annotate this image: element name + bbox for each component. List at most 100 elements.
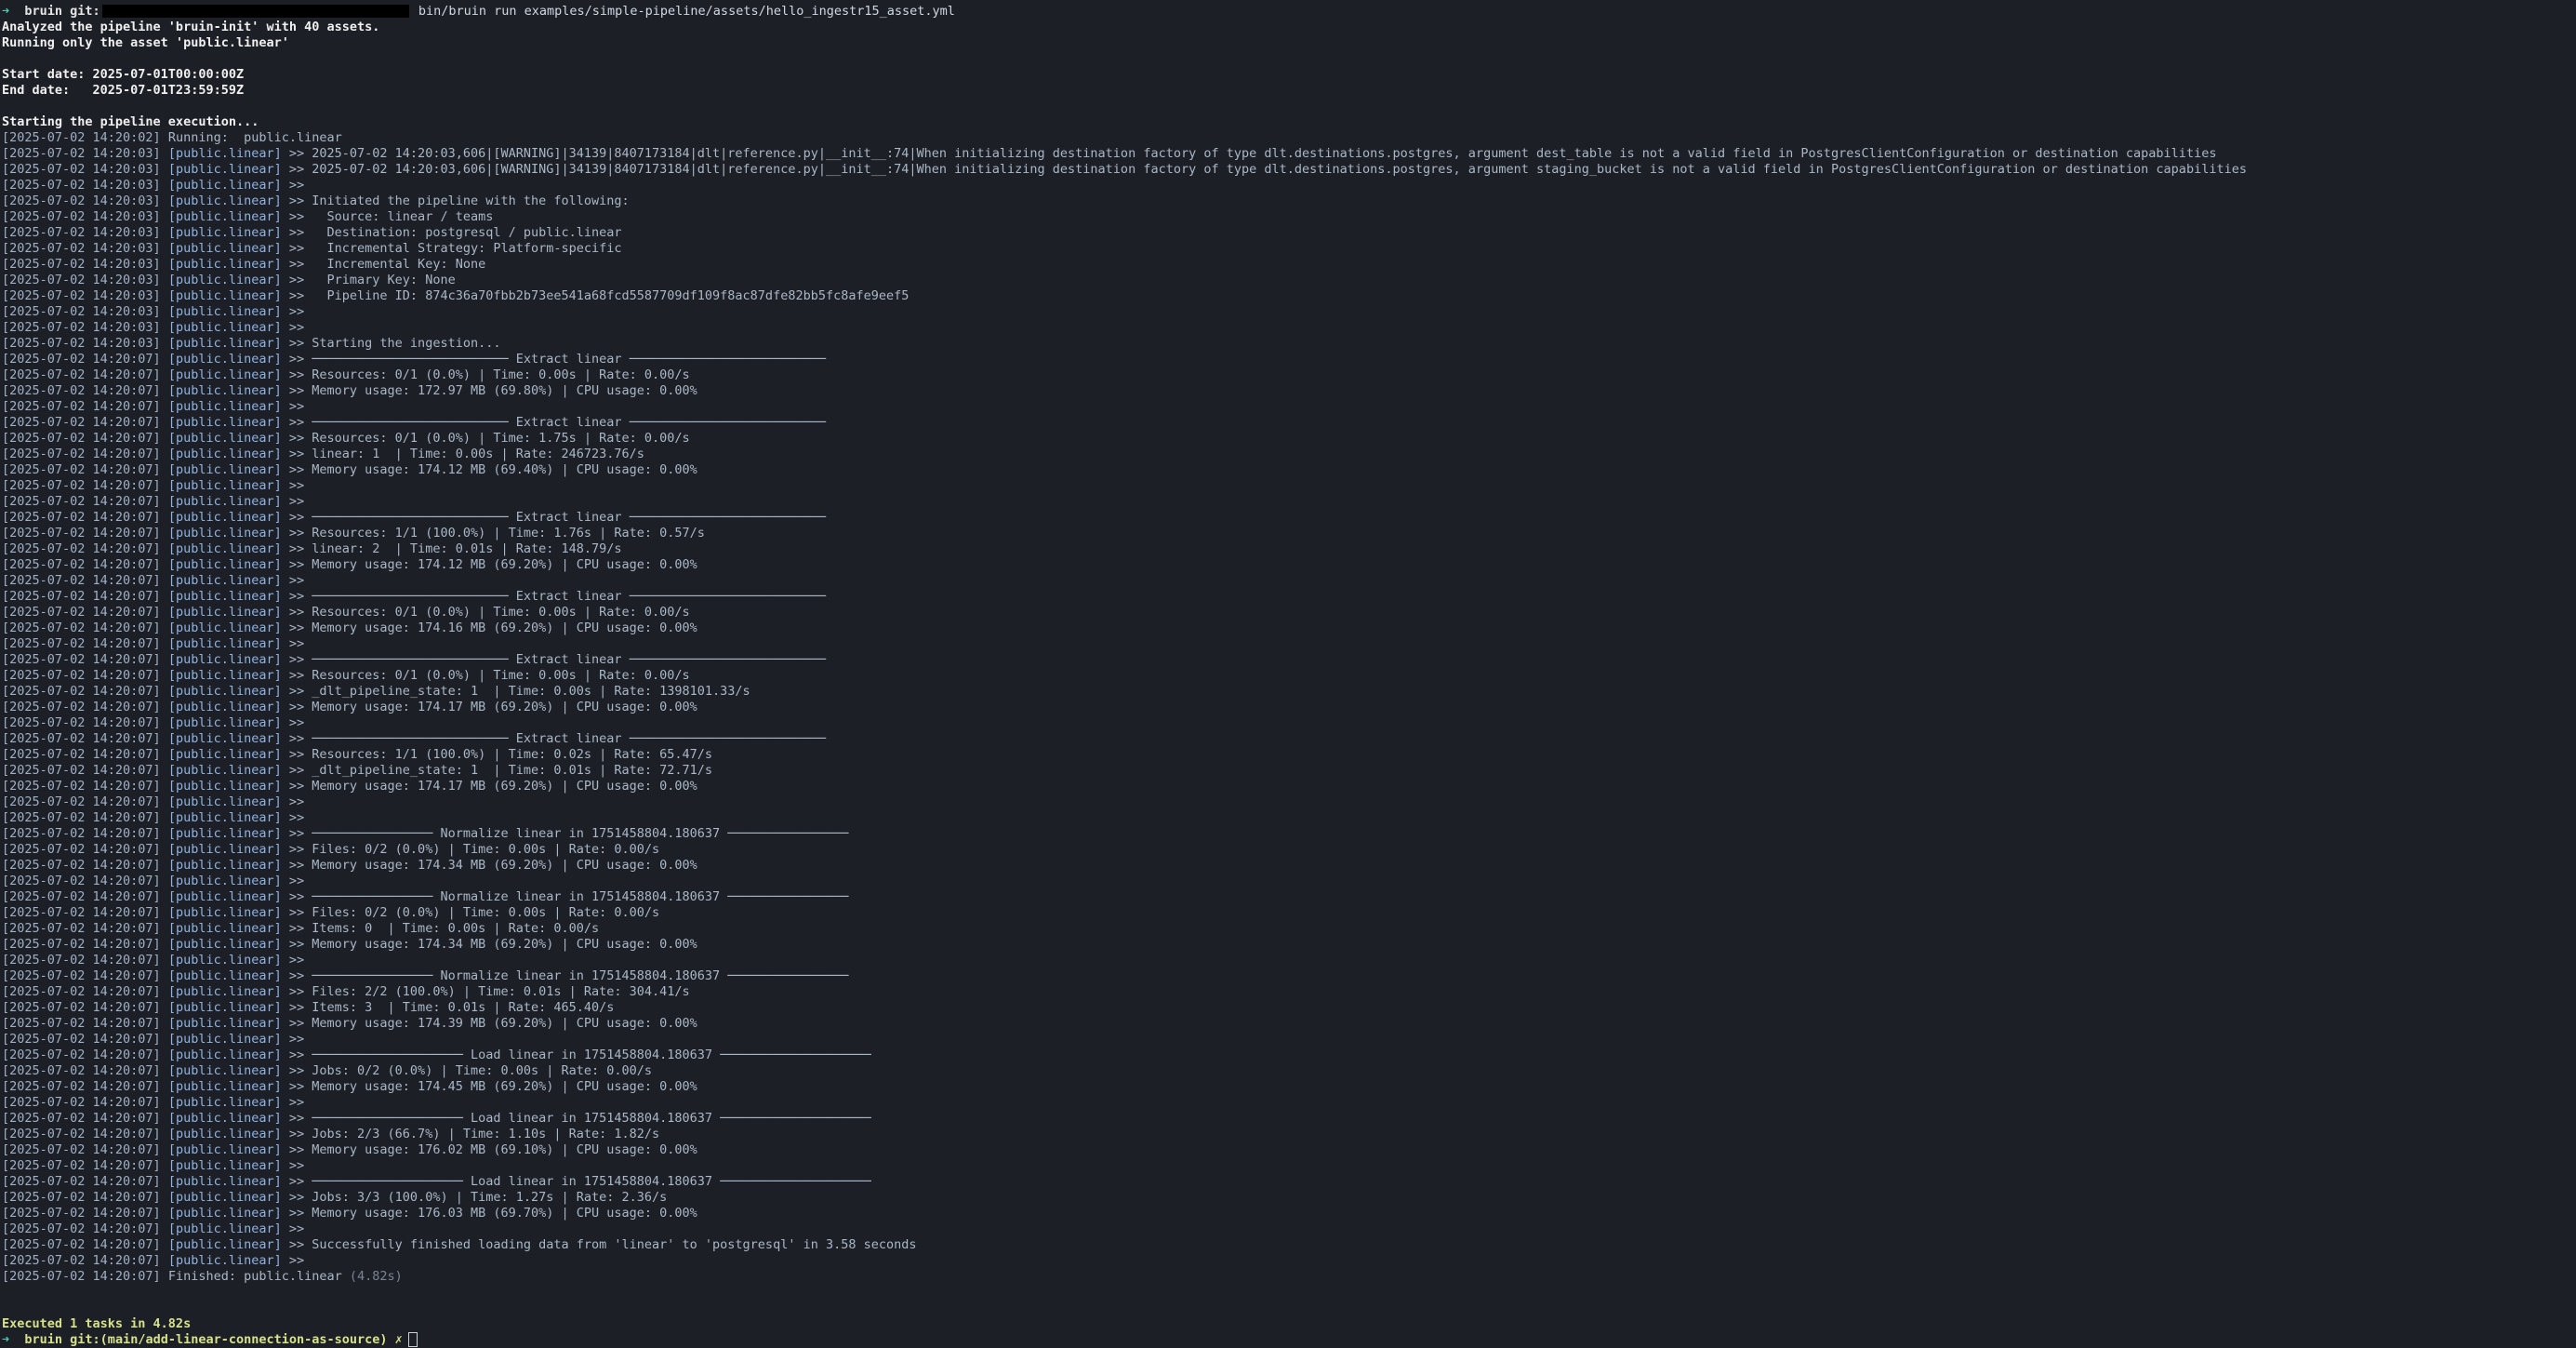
log-line: [2025-07-02 14:20:07] [public.linear] >>… bbox=[2, 968, 2576, 984]
log-timestamp: [2025-07-02 14:20:03] bbox=[2, 146, 161, 161]
log-message: >> Resources: 0/1 (0.0%) | Time: 1.75s |… bbox=[288, 431, 690, 446]
log-timestamp: [2025-07-02 14:20:07] bbox=[2, 921, 161, 936]
log-message: >> 2025-07-02 14:20:03,606|[WARNING]|341… bbox=[288, 162, 2247, 177]
log-message: >> Initiated the pipeline with the follo… bbox=[288, 194, 630, 208]
log-message: >> ──────────────── Normalize linear in … bbox=[288, 889, 849, 904]
log-timestamp: [2025-07-02 14:20:07] bbox=[2, 541, 161, 556]
log-asset: [public.linear] bbox=[167, 336, 282, 351]
log-line: [2025-07-02 14:20:07] [public.linear] >>… bbox=[2, 462, 2576, 478]
log-line: [2025-07-02 14:20:03] [public.linear] >>… bbox=[2, 241, 2576, 257]
log-line: [2025-07-02 14:20:07] [public.linear] >>… bbox=[2, 621, 2576, 636]
log-message: >> Source: linear / teams bbox=[288, 209, 494, 224]
log-line: [2025-07-02 14:20:07] [public.linear] >>… bbox=[2, 431, 2576, 447]
log-timestamp: [2025-07-02 14:20:07] bbox=[2, 937, 161, 952]
log-timestamp: [2025-07-02 14:20:07] bbox=[2, 763, 161, 778]
log-timestamp: [2025-07-02 14:20:07] bbox=[2, 478, 161, 493]
log-timestamp: [2025-07-02 14:20:07] bbox=[2, 747, 161, 762]
log-line: [2025-07-02 14:20:03] [public.linear] >>… bbox=[2, 336, 2576, 352]
log-asset: [public.linear] bbox=[167, 399, 282, 414]
log-asset: [public.linear] bbox=[167, 352, 282, 367]
log-line: [2025-07-02 14:20:07] [public.linear] >>… bbox=[2, 1127, 2576, 1142]
log-line: [2025-07-02 14:20:03] [public.linear] >> bbox=[2, 304, 2576, 320]
log-timestamp: [2025-07-02 14:20:07] bbox=[2, 1079, 161, 1094]
next-prompt-line[interactable]: ➜ bruin git:(main/add-linear-connection-… bbox=[2, 1332, 2576, 1348]
log-message: >> Memory usage: 174.45 MB (69.20%) | CP… bbox=[288, 1079, 697, 1094]
log-timestamp: [2025-07-02 14:20:07] bbox=[2, 953, 161, 968]
log-message: >> linear: 1 | Time: 0.00s | Rate: 24672… bbox=[288, 447, 644, 461]
log-line: [2025-07-02 14:20:07] [public.linear] >>… bbox=[2, 858, 2576, 874]
log-line: [2025-07-02 14:20:07] [public.linear] >> bbox=[2, 794, 2576, 810]
log-message: >> ──────────────── Normalize linear in … bbox=[288, 968, 849, 983]
log-asset: [public.linear] bbox=[167, 225, 282, 240]
log-line: [2025-07-02 14:20:07] [public.linear] >>… bbox=[2, 1237, 2576, 1253]
log-line: [2025-07-02 14:20:07] [public.linear] >>… bbox=[2, 747, 2576, 763]
log-asset: [public.linear] bbox=[167, 668, 282, 683]
log-asset: [public.linear] bbox=[167, 1142, 282, 1157]
log-message: >> bbox=[288, 953, 305, 968]
end-date: End date: 2025-07-01T23:59:59Z bbox=[2, 83, 245, 98]
log-message: >> Memory usage: 174.34 MB (69.20%) | CP… bbox=[288, 937, 697, 952]
log-asset: [public.linear] bbox=[167, 1206, 282, 1221]
log-line: [2025-07-02 14:20:07] [public.linear] >> bbox=[2, 573, 2576, 589]
start-date: Start date: 2025-07-01T00:00:00Z bbox=[2, 67, 245, 82]
cursor-icon[interactable] bbox=[407, 1332, 418, 1347]
log-asset: [public.linear] bbox=[167, 241, 282, 256]
log-timestamp: [2025-07-02 14:20:07] bbox=[2, 526, 161, 541]
log-message: >> bbox=[288, 1158, 305, 1173]
log-timestamp: [2025-07-02 14:20:07] bbox=[2, 621, 161, 635]
log-line: [2025-07-02 14:20:07] [public.linear] >>… bbox=[2, 826, 2576, 842]
log-line: [2025-07-02 14:20:07] [public.linear] >> bbox=[2, 1253, 2576, 1269]
log-asset: [public.linear] bbox=[167, 1190, 282, 1205]
log-timestamp: [2025-07-02 14:20:03] bbox=[2, 225, 161, 240]
log-timestamp: [2025-07-02 14:20:07] bbox=[2, 431, 161, 446]
log-line: [2025-07-02 14:20:07] [public.linear] >>… bbox=[2, 937, 2576, 953]
log-line: [2025-07-02 14:20:02] Running: public.li… bbox=[2, 130, 2576, 146]
log-line: [2025-07-02 14:20:07] [public.linear] >>… bbox=[2, 731, 2576, 747]
log-timestamp: [2025-07-02 14:20:07] bbox=[2, 684, 161, 699]
log-asset: [public.linear] bbox=[167, 1237, 282, 1252]
log-line: [2025-07-02 14:20:07] [public.linear] >>… bbox=[2, 383, 2576, 399]
log-asset: [public.linear] bbox=[167, 257, 282, 272]
log-message: >> ────────────────────────── Extract li… bbox=[288, 589, 826, 604]
log-asset: [public.linear] bbox=[167, 320, 282, 335]
log-line: [2025-07-02 14:20:07] [public.linear] >> bbox=[2, 636, 2576, 652]
log-asset: [public.linear] bbox=[167, 557, 282, 572]
log-line: [2025-07-02 14:20:07] [public.linear] >>… bbox=[2, 1079, 2576, 1095]
log-timestamp: [2025-07-02 14:20:07] bbox=[2, 779, 161, 794]
log-message: >> ──────────────────── Load linear in 1… bbox=[288, 1174, 871, 1189]
prompt-arrow-icon: ➜ bbox=[2, 1332, 10, 1347]
finished-duration: (4.82s) bbox=[349, 1269, 403, 1284]
log-line: [2025-07-02 14:20:07] [public.linear] >>… bbox=[2, 921, 2576, 937]
log-asset: [public.linear] bbox=[167, 367, 282, 382]
log-asset: [public.linear] bbox=[167, 810, 282, 825]
terminal-window[interactable]: ➜ bruin git: bin/bruin run examples/simp… bbox=[0, 0, 2576, 1347]
log-asset: [public.linear] bbox=[167, 763, 282, 778]
log-message: >> Resources: 0/1 (0.0%) | Time: 0.00s |… bbox=[288, 668, 690, 683]
log-timestamp: [2025-07-02 14:20:07] bbox=[2, 668, 161, 683]
log-line: [2025-07-02 14:20:07] [public.linear] >>… bbox=[2, 541, 2576, 557]
log-timestamp: [2025-07-02 14:20:07] bbox=[2, 810, 161, 825]
log-timestamp: [2025-07-02 14:20:07] bbox=[2, 1016, 161, 1031]
log-message: >> bbox=[288, 494, 305, 509]
log-timestamp: [2025-07-02 14:20:07] bbox=[2, 1063, 161, 1078]
log-line: [2025-07-02 14:20:07] [public.linear] >>… bbox=[2, 605, 2576, 621]
log-timestamp: [2025-07-02 14:20:07] bbox=[2, 794, 161, 809]
log-timestamp: [2025-07-02 14:20:07] bbox=[2, 700, 161, 714]
log-message: >> Memory usage: 174.16 MB (69.20%) | CP… bbox=[288, 621, 697, 635]
log-line: [2025-07-02 14:20:07] [public.linear] >>… bbox=[2, 1063, 2576, 1079]
log-timestamp: [2025-07-02 14:20:07] bbox=[2, 874, 161, 888]
finished-line: [2025-07-02 14:20:07] Finished: public.l… bbox=[2, 1269, 2576, 1285]
log-timestamp: [2025-07-02 14:20:07] bbox=[2, 715, 161, 730]
log-timestamp: [2025-07-02 14:20:07] bbox=[2, 1111, 161, 1126]
log-asset: [public.linear] bbox=[167, 858, 282, 873]
log-asset: [public.linear] bbox=[167, 146, 282, 161]
log-line: [2025-07-02 14:20:07] [public.linear] >>… bbox=[2, 510, 2576, 526]
log-asset: [public.linear] bbox=[167, 1253, 282, 1268]
log-message: >> bbox=[288, 1253, 305, 1268]
finished-label: Finished: public.linear bbox=[167, 1269, 342, 1284]
log-asset: [public.linear] bbox=[167, 194, 282, 208]
log-line: [2025-07-02 14:20:07] [public.linear] >>… bbox=[2, 415, 2576, 431]
log-asset: [public.linear] bbox=[167, 1079, 282, 1094]
log-timestamp: [2025-07-02 14:20:07] bbox=[2, 842, 161, 857]
log-line: [2025-07-02 14:20:03] [public.linear] >> bbox=[2, 178, 2576, 194]
